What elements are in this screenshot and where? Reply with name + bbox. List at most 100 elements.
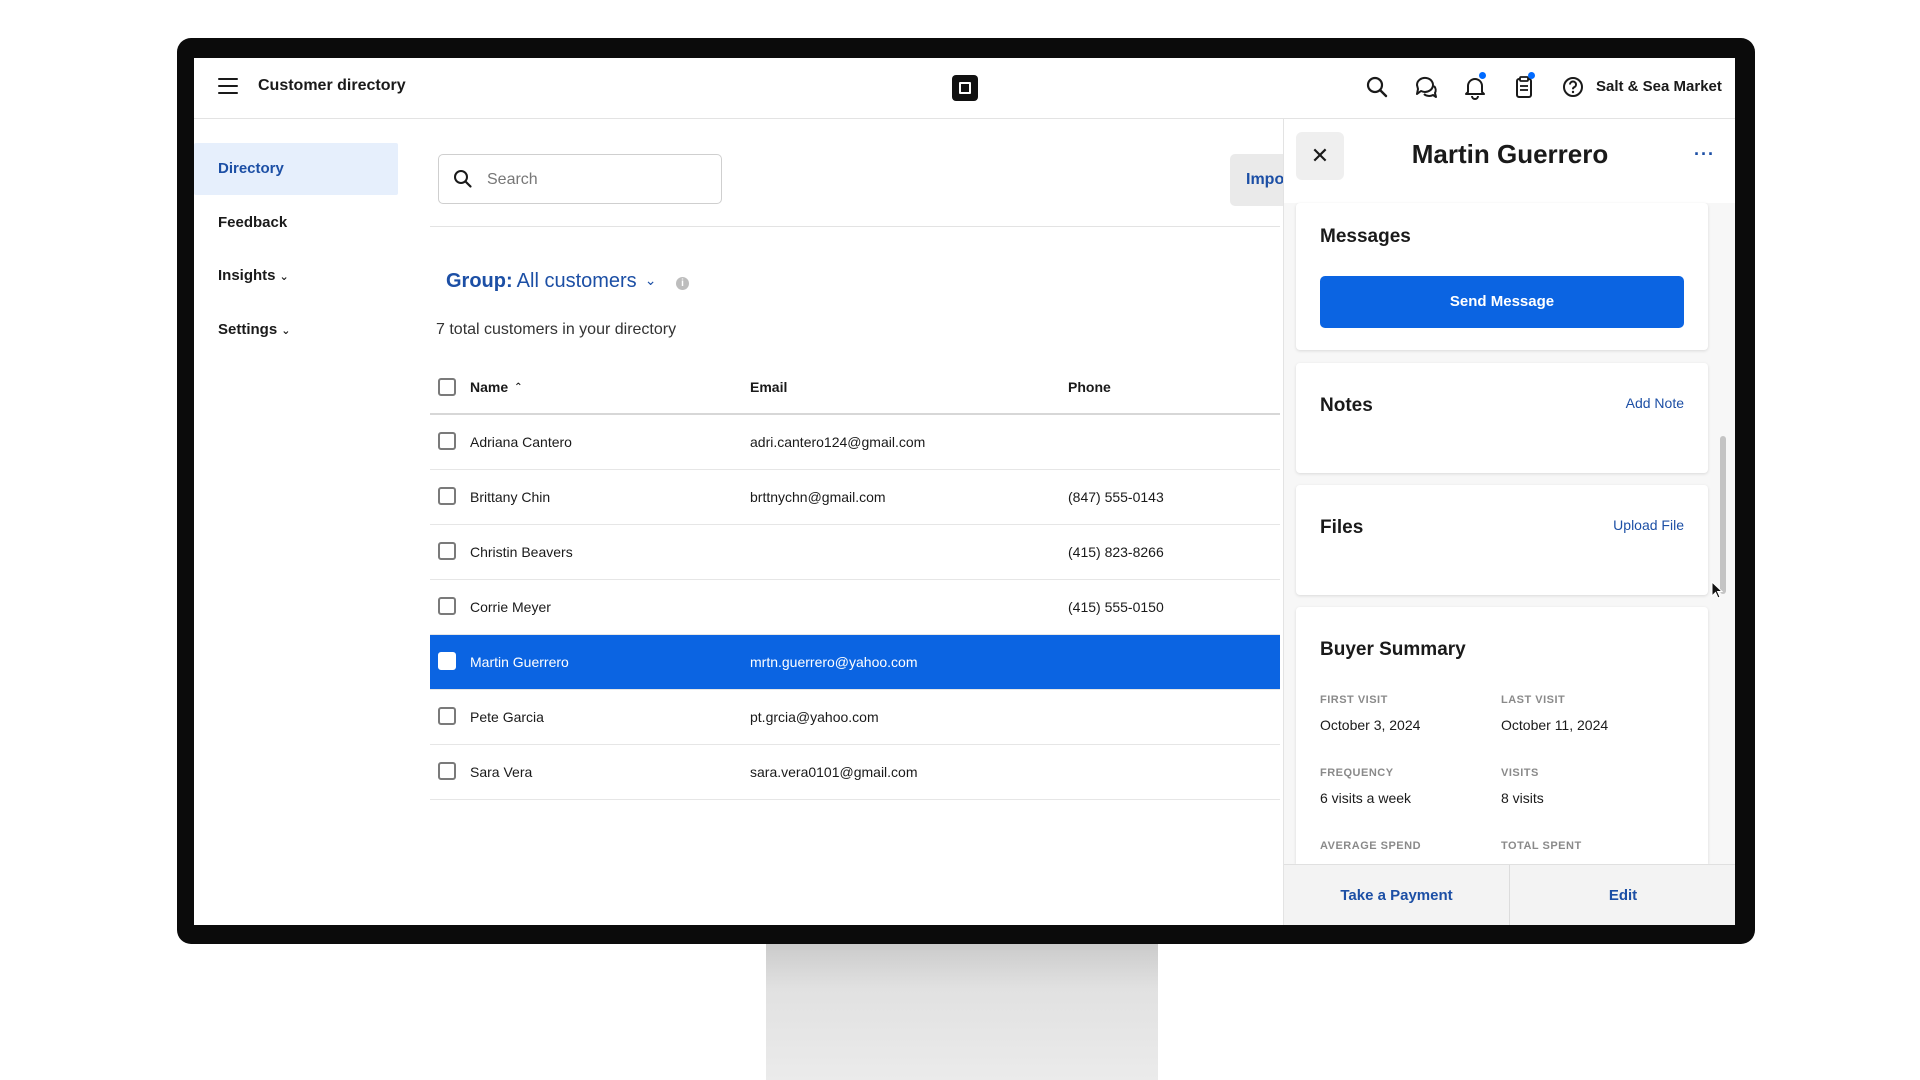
send-message-button[interactable]: Send Message [1320, 276, 1684, 328]
app-screen: Customer directory Salt & Sea Market Dir… [194, 58, 1735, 925]
edit-button[interactable]: Edit [1510, 865, 1735, 925]
stat-label: TOTAL SPENT [1501, 840, 1582, 852]
notes-card: Notes Add Note [1296, 363, 1708, 473]
column-header-name[interactable]: Name ⌃ [470, 361, 523, 413]
scrollbar[interactable] [1720, 436, 1726, 594]
take-payment-button[interactable]: Take a Payment [1284, 865, 1509, 925]
table-header: Name ⌃ Email Phone [430, 361, 1280, 415]
customer-name: Corrie Meyer [470, 599, 551, 615]
table-row[interactable]: Christin Beavers (415) 823-8266 [430, 525, 1280, 580]
customer-email: brttnychn@gmail.com [750, 489, 886, 505]
upload-file-link[interactable]: Upload File [1613, 517, 1684, 533]
group-label: Group: [446, 270, 513, 292]
divider [430, 226, 1280, 227]
first-visit-value: October 3, 2024 [1320, 717, 1421, 733]
page-title: Customer directory [258, 77, 406, 94]
sidebar: Directory Feedback Insights ⌄ Settings ⌄ [194, 119, 404, 925]
customer-name: Christin Beavers [470, 544, 573, 560]
notification-dot [1479, 72, 1486, 79]
menu-icon[interactable] [218, 78, 238, 94]
card-title: Notes [1320, 395, 1373, 416]
sidebar-item-label: Feedback [218, 214, 288, 231]
table-row[interactable]: Brittany Chin brttnychn@gmail.com (847) … [430, 470, 1280, 525]
chevron-down-icon: ⌄ [644, 272, 657, 288]
chevron-down-icon: ⌄ [281, 325, 291, 337]
row-checkbox[interactable] [438, 542, 456, 560]
customer-email: mrtn.guerrero@yahoo.com [750, 654, 918, 670]
import-button[interactable]: Impo [1230, 154, 1290, 206]
column-label: Name [470, 379, 509, 395]
customer-phone: (415) 823-8266 [1068, 544, 1164, 560]
row-checkbox[interactable] [438, 487, 456, 505]
search-input[interactable] [485, 167, 709, 193]
clipboard-icon[interactable] [1511, 72, 1537, 100]
row-checkbox[interactable] [438, 652, 456, 670]
row-checkbox[interactable] [438, 707, 456, 725]
files-card: Files Upload File [1296, 485, 1708, 595]
row-checkbox[interactable] [438, 597, 456, 615]
stat-label: VISITS [1501, 767, 1539, 779]
store-name[interactable]: Salt & Sea Market [1596, 78, 1722, 95]
stat-label: LAST VISIT [1501, 694, 1566, 706]
sort-up-icon: ⌃ [514, 382, 523, 393]
panel-footer: Take a Payment Edit [1284, 864, 1735, 925]
table-row[interactable]: Adriana Cantero adri.cantero124@gmail.co… [430, 415, 1280, 470]
customer-name: Brittany Chin [470, 489, 551, 505]
search-icon[interactable] [1364, 74, 1390, 100]
row-checkbox[interactable] [438, 762, 456, 780]
bell-icon[interactable] [1462, 72, 1488, 100]
panel-title: Martin Guerrero [1411, 139, 1609, 169]
group-value: All customers [516, 270, 637, 292]
more-options-icon[interactable]: ··· [1694, 145, 1715, 163]
row-checkbox[interactable] [438, 432, 456, 450]
chevron-down-icon: ⌄ [279, 271, 289, 283]
customer-detail-panel: ✕ Martin Guerrero ··· Messages Send Mess… [1283, 119, 1735, 925]
buyer-summary-card: Buyer Summary FIRST VISIT October 3, 202… [1296, 607, 1708, 864]
sidebar-item-feedback[interactable]: Feedback [194, 197, 398, 249]
column-header-email: Email [750, 379, 788, 395]
table-row[interactable]: Sara Vera sara.vera0101@gmail.com [430, 745, 1280, 800]
customer-table: Name ⌃ Email Phone Adriana Cantero adri.c… [430, 361, 1280, 800]
customer-name: Sara Vera [470, 764, 533, 780]
customer-email: adri.cantero124@gmail.com [750, 434, 926, 450]
stat-label: AVERAGE SPEND [1320, 840, 1422, 852]
table-row-selected[interactable]: Martin Guerrero mrtn.guerrero@yahoo.com [430, 635, 1280, 690]
table-row[interactable]: Pete Garcia pt.grcia@yahoo.com [430, 690, 1280, 745]
column-header-phone: Phone [1068, 379, 1111, 395]
last-visit-value: October 11, 2024 [1501, 717, 1609, 733]
square-logo-icon[interactable] [952, 75, 978, 101]
customer-phone: (847) 555-0143 [1068, 489, 1164, 505]
sidebar-item-settings[interactable]: Settings ⌄ [194, 304, 398, 356]
group-selector[interactable]: Group: All customers ⌄ [446, 270, 656, 293]
customer-email: sara.vera0101@gmail.com [750, 764, 918, 780]
top-bar: Customer directory Salt & Sea Market [194, 58, 1735, 119]
sidebar-item-directory[interactable]: Directory [194, 143, 398, 195]
stat-label: FREQUENCY [1320, 767, 1394, 779]
info-icon[interactable]: i [676, 277, 689, 290]
messages-card: Messages Send Message [1296, 203, 1708, 350]
customer-email: pt.grcia@yahoo.com [750, 709, 879, 725]
mouse-cursor-icon [1711, 581, 1723, 599]
card-title: Messages [1320, 226, 1411, 247]
table-row[interactable]: Corrie Meyer (415) 555-0150 [430, 580, 1280, 635]
search-icon [454, 170, 472, 188]
card-title: Buyer Summary [1320, 639, 1466, 660]
sidebar-item-insights[interactable]: Insights ⌄ [194, 250, 398, 302]
monitor-stand [766, 940, 1158, 1080]
customer-phone: (415) 555-0150 [1068, 599, 1164, 615]
help-icon[interactable] [1560, 74, 1586, 100]
stat-label: FIRST VISIT [1320, 694, 1388, 706]
messages-icon[interactable] [1413, 74, 1439, 100]
sidebar-item-label: Directory [218, 160, 284, 177]
notification-dot [1528, 72, 1535, 79]
panel-header: ✕ Martin Guerrero ··· [1284, 119, 1735, 203]
frequency-value: 6 visits a week [1320, 790, 1412, 806]
customer-name: Pete Garcia [470, 709, 544, 725]
customer-count: 7 total customers in your directory [436, 321, 677, 338]
select-all-checkbox[interactable] [438, 378, 456, 396]
add-note-link[interactable]: Add Note [1626, 395, 1684, 411]
sidebar-item-label: Insights [218, 267, 276, 284]
visits-value: 8 visits [1501, 790, 1544, 806]
card-title: Files [1320, 517, 1364, 538]
search-box[interactable] [438, 154, 722, 204]
